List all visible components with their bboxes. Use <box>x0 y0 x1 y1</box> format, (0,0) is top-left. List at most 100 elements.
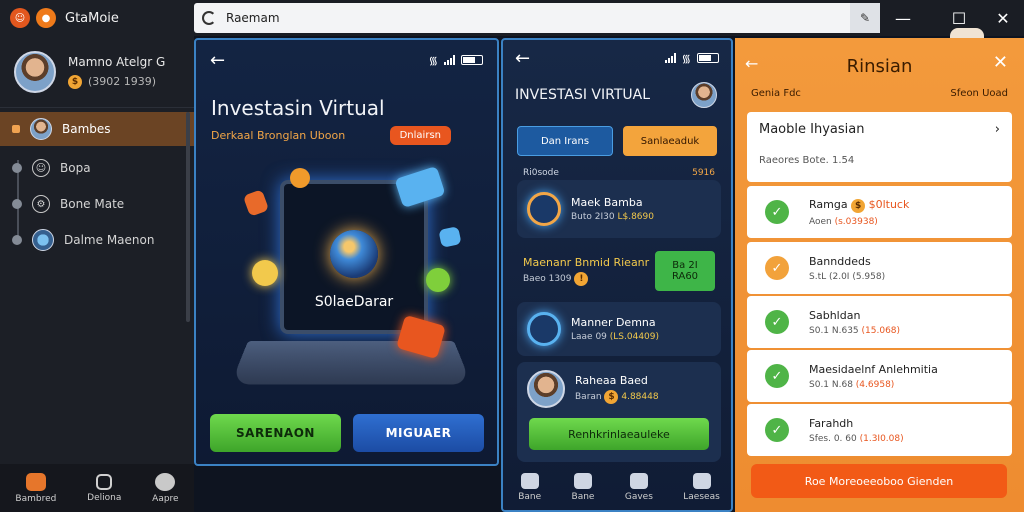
back-arrow-icon[interactable]: ← <box>515 48 530 69</box>
sidebar-item-1[interactable]: ☺ Bopa <box>0 150 194 186</box>
address-bar[interactable]: Raemam ✎ <box>194 3 880 33</box>
screen-label: S0laeDarar <box>314 294 394 310</box>
bottom-tab-label: Bambred <box>15 493 57 504</box>
sidebar-item-2[interactable]: ⚙ Bone Mate <box>0 186 194 222</box>
tab-bar: Dan Irans Sanlaeaduk <box>503 108 731 156</box>
card-title: Manner Demna <box>571 316 656 329</box>
coin-icon <box>527 192 561 226</box>
panel-sub-left: Genia Fdc <box>751 88 801 99</box>
back-arrow-icon[interactable]: ← <box>210 50 225 71</box>
bottom-tab-0[interactable]: Bambred <box>15 472 57 504</box>
card-sub: Baran <box>575 392 605 402</box>
action-button[interactable]: Renhkrinlaeauleke <box>529 418 709 450</box>
phone-invest-intro: ← ᯾ Investasin Virtual Derkaal Bronglan … <box>194 38 499 466</box>
bottom-tab-label: Aapre <box>152 493 179 504</box>
item-title: Bannddeds <box>809 254 871 268</box>
minimize-button[interactable]: — <box>880 0 926 36</box>
investment-card[interactable]: Manner Demna Laae 09 (LS.04409) <box>517 302 721 356</box>
confirm-button[interactable]: Roe Moreoeeoboo Gienden <box>751 464 1007 498</box>
avatar <box>32 229 54 251</box>
secondary-button[interactable]: MIGUAER <box>353 414 484 452</box>
list-item[interactable]: ✓ Maesidaelnf Anlehmitia S0.1 N.68 (4.69… <box>747 350 1012 402</box>
globe-icon <box>527 312 561 346</box>
bullet-icon <box>12 235 22 245</box>
extension-icon[interactable]: ✎ <box>850 3 880 33</box>
list-item[interactable]: ✓ Sabhldan S0.1 N.635 (15.068) <box>747 296 1012 348</box>
home-icon <box>520 472 539 489</box>
card-amount: (LS.04409) <box>609 332 660 342</box>
google-icon <box>202 11 216 25</box>
avatar[interactable] <box>691 82 717 108</box>
investment-card[interactable]: Maenanr Bnmid Rieanr Baeo 1309 ! Ba 2I R… <box>517 244 721 298</box>
bottom-tab-3[interactable]: Laeseas <box>683 472 720 502</box>
bottom-tab-1[interactable]: Deliona <box>87 473 122 503</box>
badge-button[interactable]: Dnlairsn <box>389 126 451 145</box>
check-icon: ✓ <box>765 310 789 334</box>
item-amount: (4.6958) <box>855 379 895 390</box>
item-amount: (15.068) <box>861 325 901 336</box>
bullet-icon <box>12 199 22 209</box>
scrollbar[interactable] <box>186 112 190 322</box>
item-highlight: $0ltuck <box>868 197 910 211</box>
app-bottom-bar: Bambred Deliona Aapre <box>0 464 194 512</box>
tab-1[interactable]: Sanlaeaduk <box>623 126 717 156</box>
card-sub: Laae 09 <box>571 332 610 342</box>
profile-name: Mamno Atelgr G <box>68 54 166 69</box>
list-item[interactable]: ✓ Bannddeds S.tL (2.0I (5.958) <box>747 242 1012 294</box>
check-icon: ✓ <box>765 418 789 442</box>
check-icon: ✓ <box>765 200 789 224</box>
bottom-tab-2[interactable]: Gaves <box>625 472 653 502</box>
status-bar: ← ᯾ <box>503 40 731 76</box>
bottom-tab-label: Laeseas <box>683 491 720 502</box>
bullet-icon <box>12 125 20 133</box>
app-secondary-icon: ● <box>36 8 56 28</box>
item-amount: (1.3I0.08) <box>859 433 904 444</box>
status-tag[interactable]: Ba 2I RA60 <box>655 251 715 291</box>
bottom-tab-label: Deliona <box>87 492 122 503</box>
signal-icon <box>444 55 455 65</box>
list-item[interactable]: ✓ Farahdh Sfes. 0. 60 (1.3I0.08) <box>747 404 1012 456</box>
wifi-icon: ᯾ <box>428 53 438 67</box>
document-icon <box>96 473 113 490</box>
phone-invest-list: ← ᯾ INVESTASI VIRTUAL Dan Irans Sanlaead… <box>501 38 733 512</box>
page-title: INVESTASI VIRTUAL <box>515 87 651 103</box>
battery-icon <box>461 55 483 65</box>
primary-button[interactable]: SARENAON <box>210 414 341 452</box>
battery-icon <box>697 53 719 63</box>
bottom-tab-1[interactable]: Bane <box>572 472 594 502</box>
item-sub: S.tL (2.0I <box>809 271 853 282</box>
card-title: Maek Bamba <box>571 196 643 209</box>
phone-icon <box>438 226 462 248</box>
investment-card[interactable]: Maek Bamba Buto 2I30 L$.8690 <box>517 180 721 238</box>
card-amount: L$.8690 <box>617 212 654 222</box>
bottom-tab-label: Bane <box>518 491 542 502</box>
list-item[interactable]: ✓ Ramga $ $0ltuck Aoen (s.03938) <box>747 186 1012 238</box>
bottom-tab-0[interactable]: Bane <box>518 472 542 502</box>
profile-card[interactable]: Mamno Atelgr G $ (3902 1939) <box>0 36 194 108</box>
laptop-illustration: S0laeDarar <box>230 165 472 385</box>
item-sub: S0.1 N.68 <box>809 379 856 390</box>
bottom-tab-2[interactable]: Aapre <box>152 472 179 504</box>
app-logo-icon: ☺ <box>10 8 30 28</box>
panel-title: Rinsian <box>846 56 913 77</box>
app-sidebar: ☺ ● GtaMoie Mamno Atelgr G $ (3902 1939)… <box>0 0 194 512</box>
clock-icon <box>290 168 310 188</box>
item-amount: (s.03938) <box>834 216 878 227</box>
sidebar-item-3[interactable]: Dalme Maenon <box>0 222 194 258</box>
card-sub: Baeo 1309 <box>523 274 572 284</box>
chart-icon <box>629 472 648 489</box>
item-title: Ramga <box>809 197 852 211</box>
avatar <box>30 118 52 140</box>
card-title: Raheaa Baed <box>575 374 648 387</box>
close-button[interactable]: ✕ <box>980 0 1024 36</box>
bullet-icon <box>12 163 22 173</box>
avatar <box>527 370 565 408</box>
sidebar-item-0[interactable]: Bambes <box>0 112 194 146</box>
summary-card[interactable]: Maoble Ihyasian › Raeores Bote. 1.54 <box>747 112 1012 182</box>
tooth-icon <box>573 472 592 489</box>
tab-0[interactable]: Dan Irans <box>517 126 613 156</box>
close-icon[interactable]: ✕ <box>993 52 1008 73</box>
user-icon: ☺ <box>32 159 50 177</box>
coin-icon <box>252 260 278 286</box>
item-sub: Sfes. 0. 60 <box>809 433 860 444</box>
